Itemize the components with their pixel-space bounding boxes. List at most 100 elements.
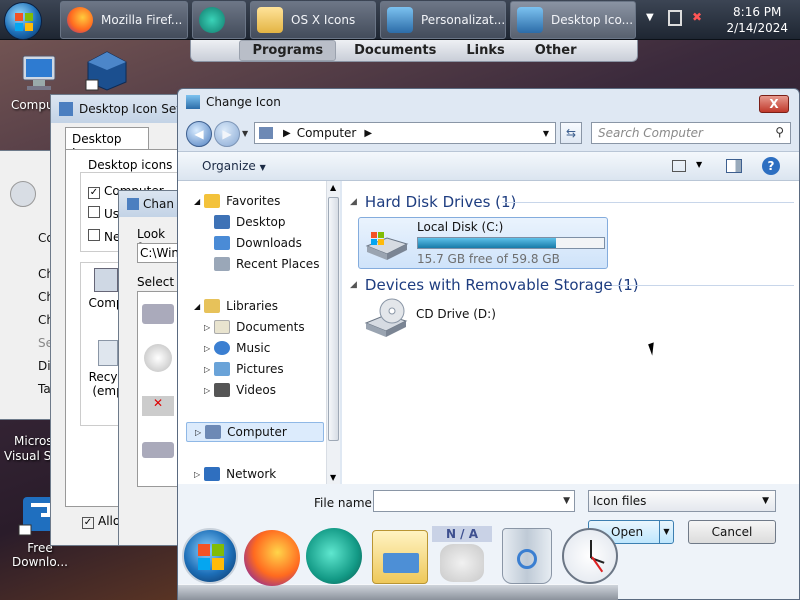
chevron-down-icon: ▼ <box>762 496 769 506</box>
drive-label: Local Disk (C:) <box>417 220 504 234</box>
nav-desktop[interactable]: Desktop <box>214 212 286 232</box>
network-icon <box>204 467 221 481</box>
dock-na-icon[interactable]: N / A <box>432 526 494 584</box>
cd-icon[interactable] <box>144 344 172 372</box>
desktop-icon-label: Micros <box>14 434 53 448</box>
app-icon <box>199 7 225 33</box>
downloads-icon <box>214 236 230 250</box>
file-name-input[interactable]: ▼ <box>373 490 575 512</box>
drive-local-disk-c[interactable]: Local Disk (C:) 15.7 GB free of 59.8 GB <box>358 217 608 269</box>
address-bar[interactable]: ▶ Computer ▶ ▼ <box>254 122 556 144</box>
programs-bar-item-documents[interactable]: Documents <box>342 41 448 60</box>
cancel-button[interactable]: Cancel <box>688 520 776 544</box>
task-app[interactable] <box>192 1 246 39</box>
remove-drive-icon[interactable]: ✕ <box>142 396 174 416</box>
drive-cd-d[interactable]: CD Drive (D:) <box>358 297 558 349</box>
nav-computer[interactable]: ▷ Computer <box>186 422 324 442</box>
desktop-icon-label: Visual St <box>4 449 56 463</box>
command-bar: Organize ▼ ▼ ? <box>178 151 799 181</box>
firefox-icon <box>67 7 93 33</box>
task-desktop-icon-settings[interactable]: Desktop Ico... <box>510 1 636 39</box>
change-icon-dialog: Change Icon X ◀ ▶ ▼ ▶ Computer ▶ ▼ ⇆ Sea… <box>177 88 800 600</box>
nav-network[interactable]: ▷ Network <box>194 464 276 484</box>
programs-bar-item-programs[interactable]: Programs <box>239 40 337 61</box>
task-personalization[interactable]: Personalizat... <box>380 1 506 39</box>
personalize-icon <box>186 95 200 109</box>
start-button[interactable] <box>4 2 42 40</box>
speaker-muted-icon[interactable]: ✖ <box>692 10 708 26</box>
disk-usage-bar <box>417 237 605 249</box>
task-firefox[interactable]: Mozilla Firef... <box>60 1 188 39</box>
search-input[interactable]: Search Computer ⚲ <box>591 122 791 144</box>
dock-app-icon[interactable] <box>306 528 362 584</box>
music-icon <box>214 341 231 355</box>
dock-clock-icon[interactable] <box>562 528 618 584</box>
scroll-up-icon[interactable]: ▲ <box>330 183 336 192</box>
drive-label: CD Drive (D:) <box>416 307 496 321</box>
close-button[interactable]: X <box>759 95 789 113</box>
scroll-down-icon[interactable]: ▼ <box>330 473 336 482</box>
change-icon-small-window[interactable]: Chan Look for C:\Win Select a ✕ <box>118 190 185 546</box>
documents-icon <box>214 320 231 334</box>
group-label: Desktop icons <box>88 158 173 172</box>
desktop-icon-visual-studio[interactable]: Micros Visual St <box>4 434 56 464</box>
drive-icon[interactable] <box>142 304 174 324</box>
history-dropdown-icon[interactable]: ▼ <box>242 129 248 138</box>
navigation-scrollbar[interactable]: ▲ ▼ <box>326 181 340 484</box>
scrollbar-thumb[interactable] <box>328 197 339 441</box>
computer-icon <box>15 52 61 94</box>
dock-folder-icon[interactable] <box>372 530 428 584</box>
nav-music[interactable]: ▷ Music <box>204 338 270 358</box>
dock-windows-icon[interactable] <box>182 528 238 584</box>
recent-places-icon <box>214 257 230 271</box>
videos-icon <box>214 383 231 397</box>
dock-recycle-bin-icon[interactable] <box>502 528 552 584</box>
search-icon: ⚲ <box>775 125 784 139</box>
taskbar: Mozilla Firef... OS X Icons Personalizat… <box>0 0 800 40</box>
file-name-dropdown-icon[interactable]: ▼ <box>563 496 570 506</box>
forward-button[interactable]: ▶ <box>214 121 240 147</box>
refresh-button[interactable]: ⇆ <box>560 122 582 144</box>
file-name-label: File name: <box>314 496 376 510</box>
network-icon[interactable] <box>668 10 682 26</box>
nav-documents[interactable]: ▷ Documents <box>204 317 305 337</box>
back-button[interactable]: ◀ <box>186 121 212 147</box>
back-button[interactable] <box>10 181 36 207</box>
nav-recent-places[interactable]: Recent Places <box>214 254 319 274</box>
group-header-hard-disk-drives[interactable]: ◢ Hard Disk Drives (1) <box>350 193 516 211</box>
libraries-icon <box>204 299 221 313</box>
desktop-icon-virtualbox[interactable] <box>84 50 128 96</box>
windows-logo-icon <box>15 13 33 31</box>
programs-bar-item-links[interactable]: Links <box>454 41 516 60</box>
task-os-x-icons[interactable]: OS X Icons <box>250 1 376 39</box>
open-dropdown-icon[interactable]: ▼ <box>659 521 673 543</box>
preview-pane-icon[interactable] <box>726 159 742 173</box>
file-type-select[interactable]: Icon files ▼ <box>588 490 776 512</box>
recycle-bin-icon <box>98 340 118 366</box>
navigation-pane: ◢ Favorites Desktop Downloads Recent Plac… <box>178 181 340 484</box>
mouse-cursor-icon <box>648 342 658 356</box>
programs-bar-item-other[interactable]: Other <box>523 41 589 60</box>
group-header-removable-storage[interactable]: ◢ Devices with Removable Storage (1) <box>350 276 639 294</box>
folder-icon <box>257 7 283 33</box>
organize-button[interactable]: Organize ▼ <box>202 159 266 173</box>
tray-expand-icon[interactable]: ▼ <box>646 12 654 23</box>
drive-icon[interactable] <box>142 442 174 458</box>
nav-downloads[interactable]: Downloads <box>214 233 302 253</box>
view-options-icon[interactable] <box>672 160 686 172</box>
nav-pictures[interactable]: ▷ Pictures <box>204 359 284 379</box>
address-dropdown-icon[interactable]: ▼ <box>543 129 549 138</box>
help-icon[interactable]: ? <box>762 157 780 175</box>
nav-favorites[interactable]: ◢ Favorites <box>194 191 280 211</box>
clock[interactable]: 8:16 PM 2/14/2024 <box>726 4 788 36</box>
dock-firefox-icon[interactable] <box>244 530 300 586</box>
drive-free-space: 15.7 GB free of 59.8 GB <box>417 252 560 266</box>
nav-libraries[interactable]: ◢ Libraries <box>194 296 278 316</box>
computer-icon <box>94 268 118 292</box>
refresh-icon: ⇆ <box>565 126 577 140</box>
cd-drive-icon <box>362 297 410 341</box>
view-dropdown-icon[interactable]: ▼ <box>696 160 702 169</box>
tab-desktop-icons[interactable]: Desktop Icons <box>65 127 149 160</box>
settings-icon <box>127 198 139 210</box>
nav-videos[interactable]: ▷ Videos <box>204 380 276 400</box>
